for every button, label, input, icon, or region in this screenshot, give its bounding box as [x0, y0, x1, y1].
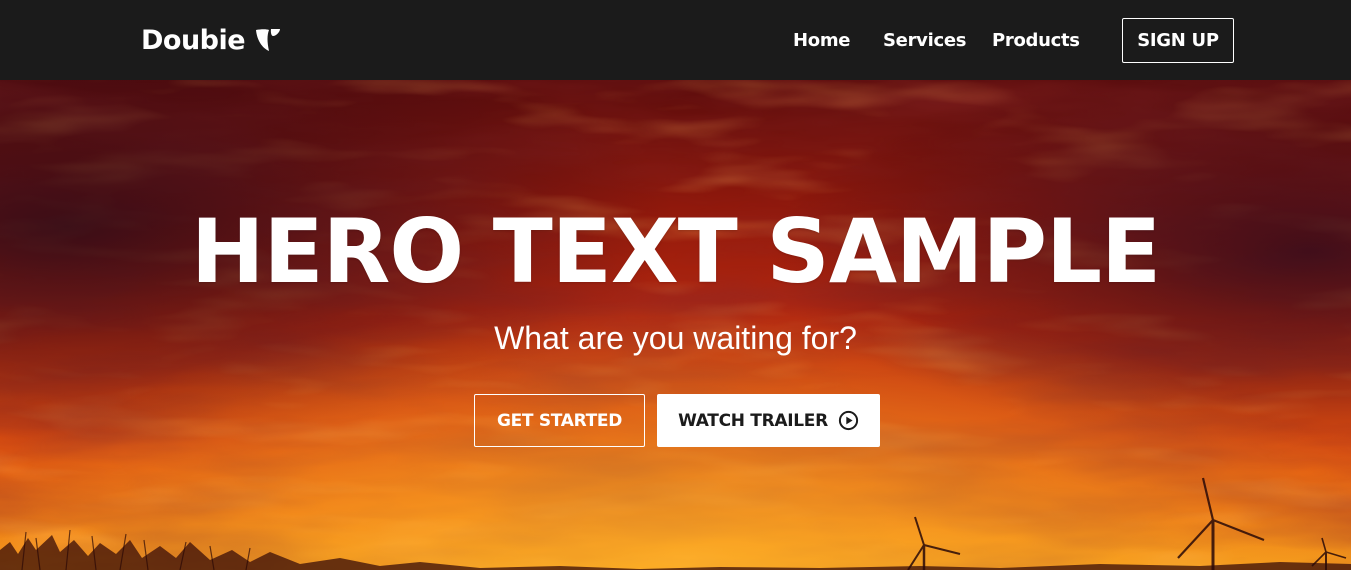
sign-up-button[interactable]: SIGN UP [1122, 18, 1234, 63]
nav-link-home[interactable]: Home [793, 28, 851, 54]
hero-title: HERO TEXT SAMPLE [190, 200, 1161, 303]
hero-section: HERO TEXT SAMPLE What are you waiting fo… [0, 80, 1351, 570]
nav-link-products[interactable]: Products [992, 28, 1080, 54]
nav-link-services[interactable]: Services [883, 28, 966, 54]
navbar: Doubie Home Services Products SIGN UP [0, 0, 1351, 80]
hero-content: HERO TEXT SAMPLE What are you waiting fo… [0, 80, 1351, 570]
hero-subtitle: What are you waiting for? [494, 320, 857, 356]
get-started-label: GET STARTED [496, 410, 623, 431]
watch-trailer-button[interactable]: WATCH TRAILER [657, 394, 880, 447]
get-started-button[interactable]: GET STARTED [474, 394, 645, 447]
play-circle-icon [838, 410, 859, 431]
watch-trailer-label: WATCH TRAILER [678, 410, 828, 431]
